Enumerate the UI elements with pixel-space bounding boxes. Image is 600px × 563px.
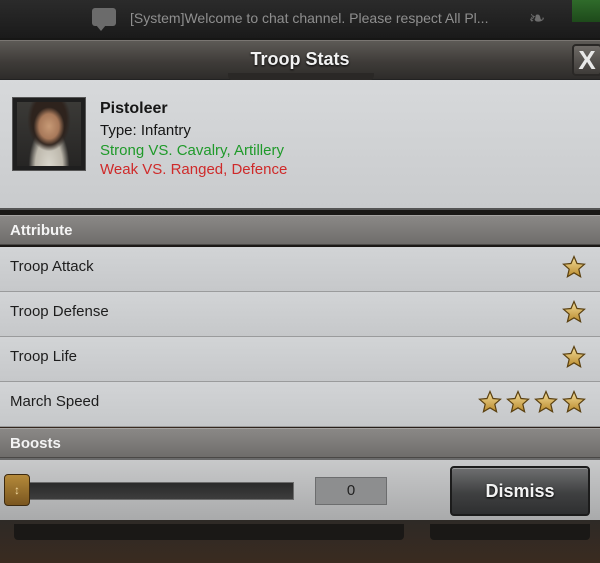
chat-bubble-icon[interactable] [92,8,116,31]
bottom-frame-right [430,524,590,540]
boosts-section-header[interactable]: Boosts [0,428,600,458]
star-icon [478,389,502,414]
star-icon [562,389,586,414]
slider-handle[interactable]: ↕ [4,474,30,506]
troop-name: Pistoleer [100,100,168,117]
attribute-label: Troop Attack [10,258,94,275]
attribute-label: March Speed [10,393,100,410]
attribute-label: Troop Defense [10,303,109,320]
star-rating [478,389,586,418]
star-rating [562,299,586,328]
bird-icon[interactable]: ❧ [524,8,550,30]
dialog-title: Troop Stats [250,49,350,69]
troop-info-panel: Pistoleer Type: Infantry Strong VS. Cava… [0,80,600,210]
troop-strong-vs: Strong VS. Cavalry, Artillery [100,142,284,159]
dismiss-quantity-input[interactable]: 0 [315,477,387,505]
dismiss-controls-bar: ↕ 0 Dismiss [0,458,600,520]
chat-indicator [572,0,600,22]
attribute-row-troop-life: Troop Life [0,337,600,382]
star-icon [534,389,558,414]
portrait-frame [12,97,86,171]
chat-bar[interactable]: [System]Welcome to chat channel. Please … [0,0,600,38]
star-icon [562,299,586,324]
attribute-row-troop-attack: Troop Attack [0,247,600,292]
attribute-section-header: Attribute [0,215,600,245]
star-rating [562,254,586,283]
dismiss-quantity-slider[interactable] [14,482,294,500]
attribute-label: Troop Life [10,348,77,365]
troop-weak-vs: Weak VS. Ranged, Defence [100,161,288,178]
attribute-row-troop-defense: Troop Defense [0,292,600,337]
star-icon [562,254,586,279]
dialog-header: Troop Stats [0,40,600,81]
troop-type: Type: Infantry [100,122,191,139]
boosts-section-label: Boosts [10,435,61,452]
troop-portrait [17,102,81,166]
attribute-section-label: Attribute [10,222,73,239]
star-icon [562,344,586,369]
star-icon [506,389,530,414]
attribute-row-march-speed: March Speed [0,382,600,427]
star-rating [562,344,586,373]
dismiss-button[interactable]: Dismiss [450,466,590,516]
bottom-frame-left [14,524,404,540]
close-button[interactable]: X [572,44,600,76]
chat-message[interactable]: [System]Welcome to chat channel. Please … [130,10,488,26]
